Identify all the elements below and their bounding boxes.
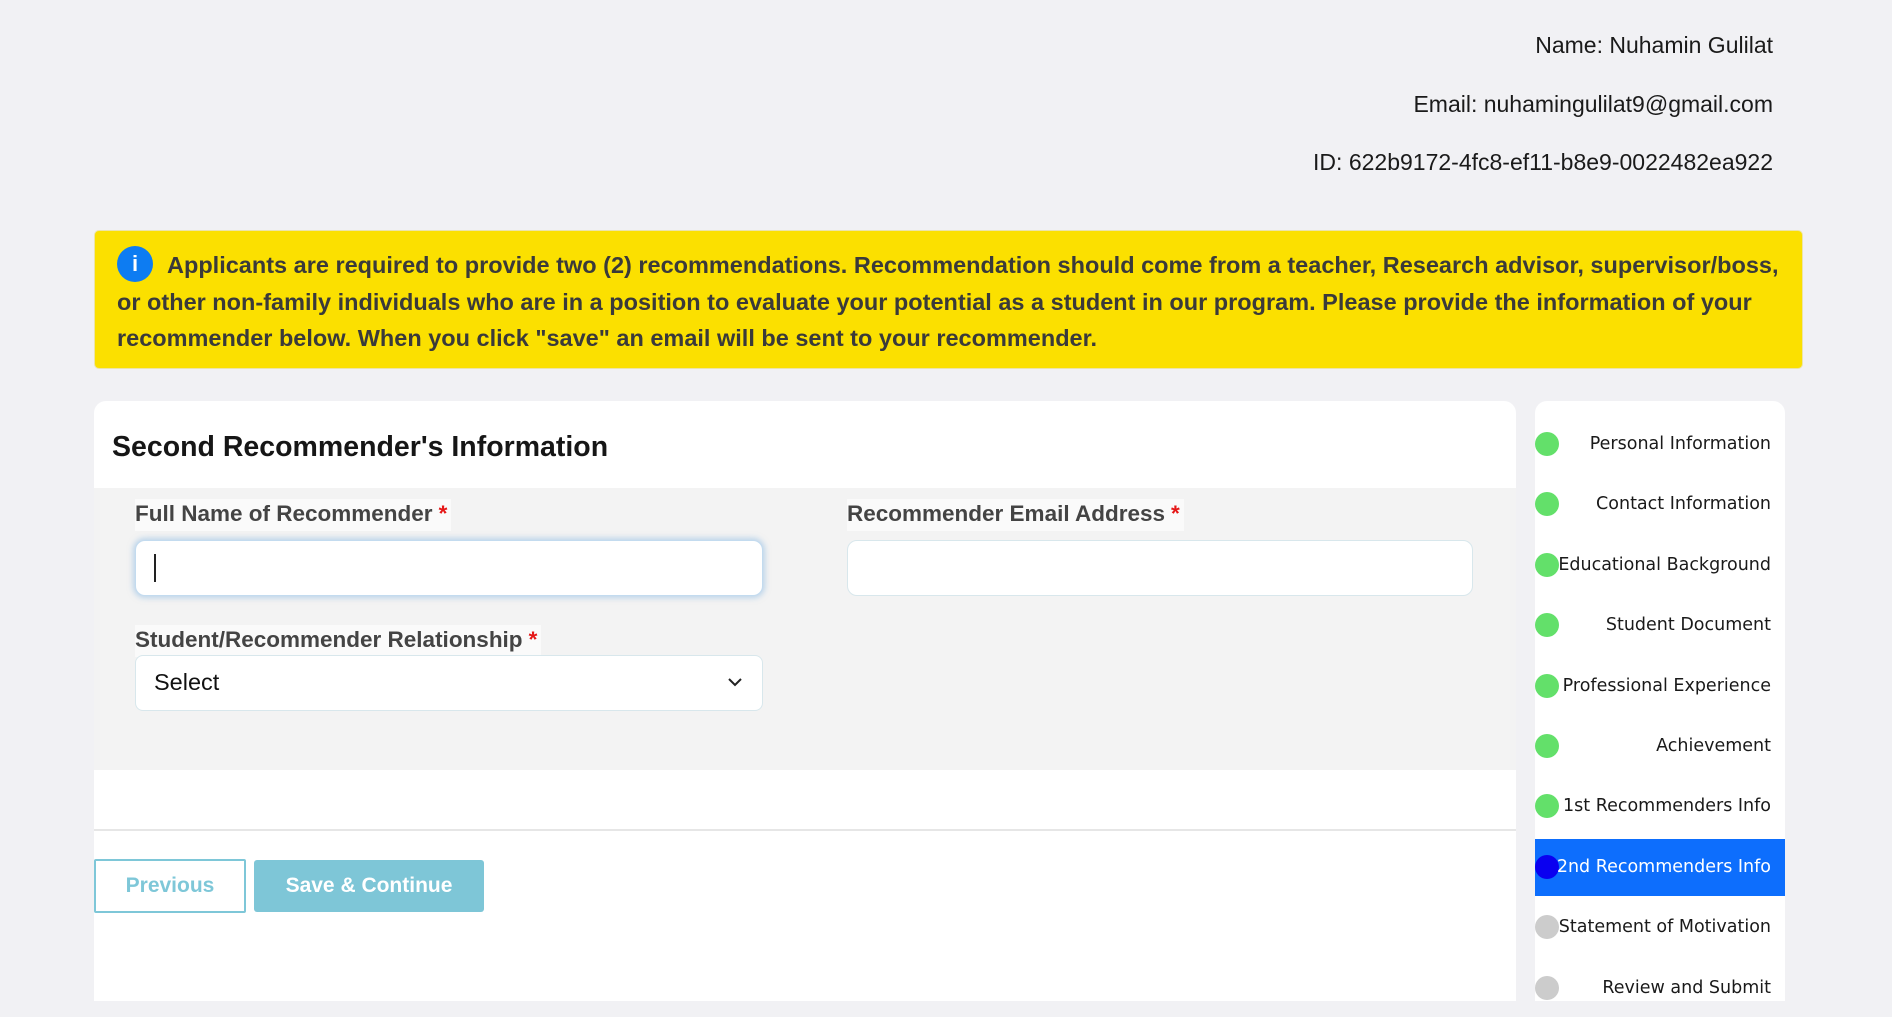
step-status-complete-icon (1535, 734, 1559, 758)
text-caret (154, 554, 156, 582)
info-banner: i Applicants are required to provide two … (94, 230, 1803, 369)
page-title: Second Recommender's Information (112, 431, 609, 463)
step-status-complete-icon (1535, 552, 1559, 577)
relationship-selected-value: Select (154, 669, 220, 695)
full-name-label: Full Name of Recommender * (135, 499, 452, 531)
step-label: 1st Recommenders Info (1563, 796, 1771, 817)
step-label: Student Document (1605, 615, 1771, 636)
divider (94, 829, 1516, 831)
step-status-complete-icon (1535, 673, 1559, 698)
user-name: Name: Nuhamin Gulilat (1535, 32, 1773, 58)
relationship-label: Student/Recommender Relationship * (135, 625, 542, 657)
sidebar-step-achievement[interactable]: Achievement (1535, 718, 1785, 775)
sidebar-step-2nd-recommenders-info[interactable]: 2nd Recommenders Info (1535, 838, 1785, 896)
step-label: Review and Submit (1602, 977, 1771, 998)
step-status-complete-icon (1535, 613, 1559, 638)
sidebar-step-student-document[interactable]: Student Document (1535, 597, 1785, 654)
step-status-complete-icon (1535, 794, 1559, 819)
step-label: Achievement (1656, 736, 1771, 756)
relationship-select[interactable]: Select (135, 655, 763, 711)
step-status-pending-icon (1535, 915, 1559, 940)
full-name-input[interactable] (135, 540, 763, 596)
form-area: Full Name of Recommender * Recommender Em… (94, 488, 1516, 770)
user-info: Name: Nuhamin Gulilat Email: nuhaminguli… (1313, 28, 1773, 204)
relationship-label-text: Student/Recommender Relationship (135, 627, 523, 652)
user-id: ID: 622b9172-4fc8-ef11-b8e9-0022482ea922 (1313, 149, 1773, 175)
sidebar-step-review-and-submit[interactable]: Review and Submit (1535, 960, 1785, 1017)
progress-sidebar: Personal Information Contact Information E… (1535, 401, 1785, 1001)
user-email: Email: nuhamingulilat9@gmail.com (1413, 90, 1773, 117)
email-label-text: Recommender Email Address (847, 501, 1166, 526)
sidebar-step-personal-information[interactable]: Personal Information (1535, 416, 1785, 473)
email-input[interactable] (847, 540, 1473, 596)
previous-button[interactable]: Previous (94, 859, 246, 913)
step-status-complete-icon (1535, 432, 1559, 456)
step-label: Personal Information (1589, 434, 1771, 454)
full-name-label-text: Full Name of Recommender (135, 501, 433, 526)
sidebar-step-educational-background[interactable]: Educational Background (1535, 537, 1785, 594)
sidebar-step-professional-experience[interactable]: Professional Experience (1535, 658, 1785, 715)
banner-text: Applicants are required to provide two (… (117, 252, 1779, 351)
required-marker: * (528, 627, 538, 652)
step-status-pending-icon (1535, 975, 1559, 1000)
info-icon: i (117, 245, 153, 282)
sidebar-step-1st-recommenders-info[interactable]: 1st Recommenders Info (1535, 778, 1785, 835)
email-label: Recommender Email Address * (847, 499, 1184, 531)
form-card: Second Recommender's Information Full Na… (94, 401, 1516, 1001)
chevron-down-icon (728, 678, 742, 687)
step-status-current-icon (1535, 854, 1559, 879)
required-marker: * (438, 501, 448, 526)
step-label: Contact Information (1596, 494, 1771, 515)
sidebar-step-statement-of-motivation[interactable]: Statement of Motivation (1535, 899, 1785, 956)
step-label: Educational Background (1558, 554, 1771, 575)
required-marker: * (1171, 501, 1180, 526)
save-continue-button[interactable]: Save & Continue (254, 860, 484, 912)
step-label: 2nd Recommenders Info (1556, 856, 1771, 877)
sidebar-step-contact-information[interactable]: Contact Information (1535, 476, 1785, 533)
step-label: Professional Experience (1562, 675, 1771, 696)
step-label: Statement of Motivation (1558, 917, 1771, 938)
step-status-complete-icon (1535, 492, 1559, 517)
